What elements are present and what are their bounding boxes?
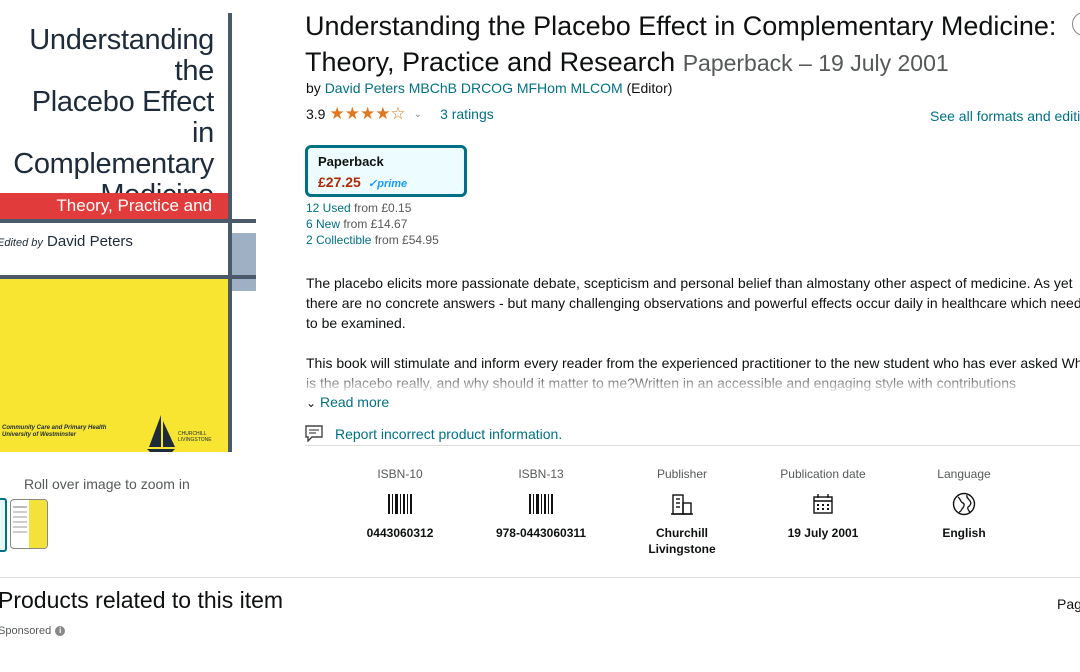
see-all-formats-link[interactable]: See all formats and editions [930, 108, 1080, 124]
thumbnail-back-cover[interactable] [10, 499, 48, 549]
offer-used: 12 Used from £0.15 [306, 201, 412, 215]
calendar-icon [763, 491, 883, 517]
byline: by David Peters MBChB DRCOG MFHom MLCOM … [306, 80, 673, 96]
format-label: Paperback [318, 154, 384, 169]
cover-slate-block [232, 233, 256, 291]
zoom-hint: Roll over image to zoom in [24, 476, 190, 492]
prime-badge-icon: ✓prime [368, 178, 408, 190]
product-description: The placebo elicits more passionate deba… [306, 273, 1080, 413]
cover-publisher-name: CHURCHILL LIVINGSTONE [178, 431, 212, 443]
ratings-count-link[interactable]: 3 ratings [440, 106, 494, 122]
thumbnail-selected[interactable] [0, 498, 7, 552]
attribute-language: Language English [904, 467, 1024, 541]
cover-series-text: Community Care and Primary Health Univer… [2, 425, 107, 438]
attribute-publication-date: Publication date 19 July 2001 [763, 467, 883, 541]
rating-value: 3.9 [306, 106, 326, 122]
barcode-icon [340, 491, 460, 517]
author-role: (Editor) [626, 80, 673, 96]
offer-new: 6 New from £14.67 [306, 217, 408, 231]
description-paragraph: The placebo elicits more passionate deba… [306, 275, 1080, 331]
chevron-down-icon: ⌄ [306, 396, 317, 410]
rating-summary: 3.9 ★★★★☆ ⌄ 3 ratings [306, 104, 494, 124]
offers-list: 12 Used from £0.15 6 New from £14.67 2 C… [306, 200, 439, 248]
related-products-heading: Products related to this item [0, 587, 284, 613]
attribute-publisher: Publisher Churchill Livingstone [622, 467, 742, 557]
sponsored-label[interactable]: Sponsored i [0, 625, 66, 637]
offer-collectible: 2 Collectible from £54.95 [306, 233, 439, 247]
author-link[interactable]: David Peters MBChB DRCOG MFHom MLCOM [325, 80, 623, 96]
cover-subtitle-band: Theory, Practice and Research [0, 193, 228, 241]
cover-title: Understanding the Placebo Effect in Comp… [13, 24, 214, 211]
format-option-paperback[interactable]: Paperback £27.25 ✓prime [305, 145, 467, 197]
format-date: Paperback – 19 July 2001 [682, 50, 949, 76]
cover-editor: Edited by David Peters [0, 233, 133, 250]
building-icon [622, 491, 742, 517]
info-icon[interactable]: i [55, 626, 66, 636]
globe-icon [904, 491, 1024, 517]
divider [0, 577, 1080, 578]
read-more-link[interactable]: ⌄ Read more [306, 394, 389, 410]
star-rating-icon[interactable]: ★★★★☆ [329, 104, 405, 124]
report-incorrect-info-link[interactable]: Report incorrect product information. [305, 425, 562, 442]
product-title: Understanding the Placebo Effect in Comp… [305, 11, 1057, 77]
divider [305, 445, 1080, 446]
barcode-icon [481, 491, 601, 517]
product-cover-image[interactable]: Understanding the Placebo Effect in Comp… [0, 13, 256, 452]
attribute-isbn10: ISBN-10 0443060312 [340, 467, 460, 541]
attribute-isbn13: ISBN-13 978-0443060311 [481, 467, 601, 541]
pagination-label: Page [1057, 596, 1080, 612]
chevron-down-icon[interactable]: ⌄ [414, 109, 422, 120]
format-price: £27.25 [318, 174, 361, 190]
feedback-icon [305, 425, 323, 442]
publisher-ship-logo-icon [147, 415, 175, 452]
